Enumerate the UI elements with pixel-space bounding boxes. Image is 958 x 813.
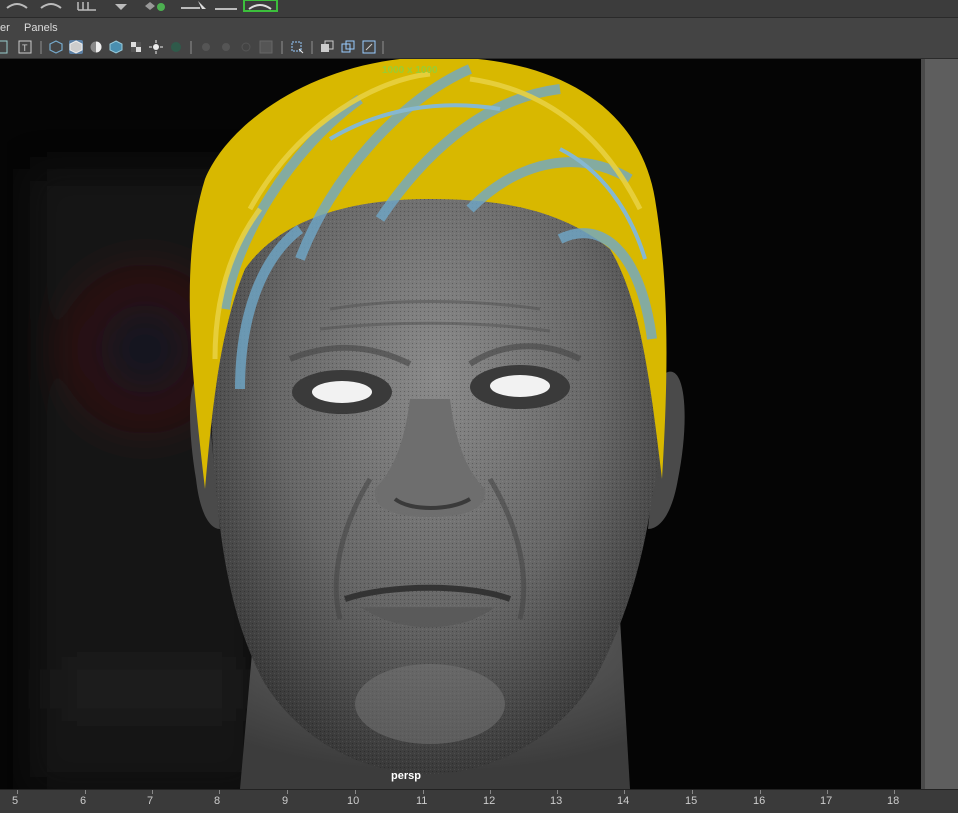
tick-mark bbox=[760, 790, 761, 794]
anti-aliasing-icon[interactable] bbox=[239, 40, 253, 54]
tick-label: 17 bbox=[820, 795, 833, 807]
tick-mark bbox=[423, 790, 424, 794]
toolbar-separator-4 bbox=[311, 41, 313, 54]
tick-mark bbox=[827, 790, 828, 794]
toolbar-separator-2 bbox=[190, 41, 192, 54]
shelf-strip bbox=[0, 0, 958, 18]
text-mode-icon[interactable]: T bbox=[18, 40, 32, 54]
tick-label: 13 bbox=[550, 795, 563, 807]
tick-label: 9 bbox=[282, 795, 289, 807]
tick-mark bbox=[894, 790, 895, 794]
tick-mark bbox=[624, 790, 625, 794]
tick-mark bbox=[152, 790, 153, 794]
tick-label: 7 bbox=[147, 795, 154, 807]
xray-joints-icon[interactable] bbox=[341, 40, 355, 54]
time-slider[interactable]: 5 6 7 8 9 10 11 12 13 14 15 16 17 18 bbox=[0, 789, 958, 813]
tick-label: 11 bbox=[416, 795, 428, 807]
tick-label: 6 bbox=[80, 795, 87, 807]
right-eye bbox=[490, 375, 550, 397]
viewport-toolbar: T bbox=[0, 38, 958, 59]
shelf-diamond-icon[interactable] bbox=[113, 0, 129, 12]
left-eye bbox=[312, 381, 372, 403]
shelf-arc-icon[interactable] bbox=[6, 0, 28, 12]
smooth-shade-cube-icon[interactable] bbox=[69, 40, 83, 54]
perspective-viewport[interactable]: 1000 x 1000 persp bbox=[0, 59, 921, 789]
tick-label: 12 bbox=[483, 795, 496, 807]
viewport-right-panel bbox=[921, 59, 958, 789]
motion-blur-icon[interactable] bbox=[219, 40, 233, 54]
tick-mark bbox=[287, 790, 288, 794]
tick-mark bbox=[557, 790, 558, 794]
head-render bbox=[30, 59, 685, 789]
shaded-wire-icon[interactable] bbox=[89, 40, 103, 54]
tick-mark bbox=[219, 790, 220, 794]
depth-of-field-icon[interactable] bbox=[259, 40, 273, 54]
shadows-icon[interactable] bbox=[169, 40, 183, 54]
tick-label: 18 bbox=[887, 795, 900, 807]
xray-icon[interactable] bbox=[320, 40, 334, 54]
camera-name-label: persp bbox=[391, 770, 421, 782]
checker-icon[interactable] bbox=[129, 40, 143, 54]
shelf-comb-icon[interactable] bbox=[76, 0, 98, 12]
tick-mark bbox=[692, 790, 693, 794]
tick-mark bbox=[490, 790, 491, 794]
xray-active-icon[interactable] bbox=[362, 40, 376, 54]
tick-label: 16 bbox=[753, 795, 766, 807]
select-camera-icon[interactable] bbox=[0, 40, 8, 54]
toolbar-separator bbox=[40, 41, 42, 54]
shelf-arc-icon-3[interactable] bbox=[243, 0, 279, 12]
tick-mark bbox=[17, 790, 18, 794]
tick-label: 15 bbox=[685, 795, 698, 807]
tick-label: 8 bbox=[214, 795, 221, 807]
isolate-select-icon[interactable] bbox=[290, 40, 304, 54]
menu-renderer[interactable]: er bbox=[0, 22, 10, 34]
wireframe-cube-icon[interactable] bbox=[49, 40, 63, 54]
tick-mark bbox=[355, 790, 356, 794]
lights-icon[interactable] bbox=[149, 40, 163, 54]
tick-label: 5 bbox=[12, 795, 19, 807]
tick-label: 10 bbox=[347, 795, 360, 807]
ambient-occlusion-icon[interactable] bbox=[199, 40, 213, 54]
textured-cube-icon[interactable] bbox=[109, 40, 123, 54]
toolbar-separator-5 bbox=[382, 41, 384, 54]
shelf-clump-icon[interactable] bbox=[143, 0, 169, 12]
menu-panels[interactable]: Panels bbox=[24, 22, 58, 34]
shelf-arc-icon-2[interactable] bbox=[40, 0, 62, 12]
svg-text:T: T bbox=[22, 43, 28, 53]
shelf-select-icon[interactable] bbox=[180, 0, 208, 12]
tick-mark bbox=[85, 790, 86, 794]
toolbar-separator-3 bbox=[281, 41, 283, 54]
tick-label: 14 bbox=[617, 795, 630, 807]
panel-menu-bar: er Panels bbox=[0, 18, 958, 38]
shelf-line-icon[interactable] bbox=[214, 0, 238, 12]
resolution-gate-label: 1000 x 1000 bbox=[382, 65, 438, 76]
